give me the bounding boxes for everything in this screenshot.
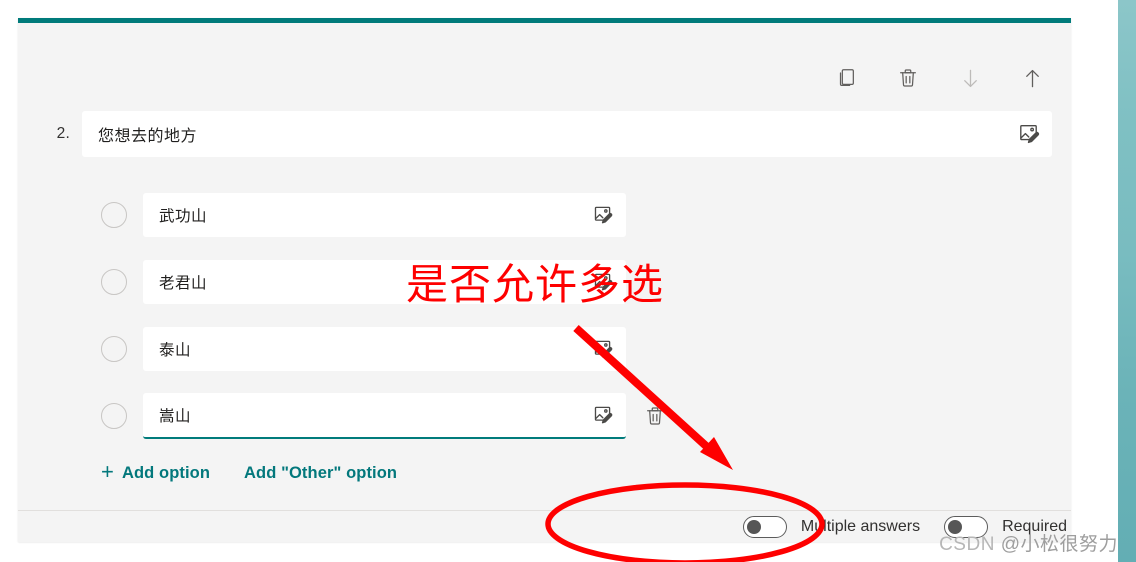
add-other-option-label: Add "Other" option [244, 463, 398, 482]
copy-icon[interactable] [829, 61, 863, 95]
option-insert-image-icon[interactable] [588, 334, 618, 364]
plus-icon: + [101, 459, 114, 484]
question-title-text: 您想去的地方 [98, 128, 198, 145]
insert-image-icon[interactable] [1014, 119, 1044, 149]
option-insert-image-icon[interactable] [588, 200, 618, 230]
add-option-row: + Add option Add "Other" option [101, 459, 397, 484]
watermark: CSDN @小松很努力 [939, 529, 1118, 556]
watermark-handle: @小松很努力 [1000, 534, 1118, 555]
option-text: 嵩山 [159, 407, 192, 425]
question-footer: Multiple answers Required [18, 511, 1071, 542]
option-radio-icon[interactable] [101, 268, 127, 295]
option-text: 泰山 [159, 341, 192, 359]
option-input-focused[interactable]: 嵩山 [143, 392, 626, 439]
delete-icon[interactable] [891, 61, 925, 95]
option-text: 武功山 [159, 207, 208, 225]
add-option-button[interactable]: + Add option [101, 459, 211, 484]
multiple-answers-group: Multiple answers [742, 515, 921, 538]
option-input[interactable]: 老君山 [143, 259, 626, 304]
option-insert-image-icon[interactable] [588, 400, 618, 430]
option-radio-icon[interactable] [101, 335, 127, 362]
option-row: 老君山 [18, 248, 1071, 315]
toggle-knob [746, 519, 761, 534]
option-delete-icon[interactable] [640, 401, 670, 431]
option-insert-image-icon[interactable] [588, 267, 618, 297]
multiple-answers-toggle[interactable] [742, 515, 787, 538]
add-option-label: Add option [121, 463, 211, 482]
option-row: 武功山 [18, 181, 1071, 248]
right-edge-strip [1118, 0, 1136, 562]
question-card: 2. 您想去的地方 武功山 老君山 泰山 嵩山 + Add option Add… [18, 18, 1071, 542]
question-number: 2. [56, 125, 70, 142]
watermark-prefix: CSDN [939, 534, 1001, 555]
multiple-answers-label: Multiple answers [800, 517, 921, 535]
app-root: 2. 您想去的地方 武功山 老君山 泰山 嵩山 + Add option Add… [0, 0, 1136, 562]
option-radio-icon[interactable] [101, 402, 127, 429]
option-input[interactable]: 武功山 [143, 192, 626, 237]
option-text: 老君山 [159, 274, 208, 292]
option-radio-icon[interactable] [101, 201, 127, 228]
question-title-input[interactable]: 您想去的地方 [82, 111, 1052, 157]
add-other-option-button[interactable]: Add "Other" option [244, 464, 397, 483]
option-row: 嵩山 [18, 382, 1071, 449]
move-up-icon[interactable] [1015, 61, 1049, 95]
question-row: 2. 您想去的地方 [18, 105, 1071, 163]
option-row: 泰山 [18, 315, 1071, 382]
option-input[interactable]: 泰山 [143, 326, 626, 371]
question-toolbar [829, 61, 1049, 95]
move-down-icon[interactable] [953, 61, 987, 95]
options-list: 武功山 老君山 泰山 嵩山 [18, 181, 1071, 449]
